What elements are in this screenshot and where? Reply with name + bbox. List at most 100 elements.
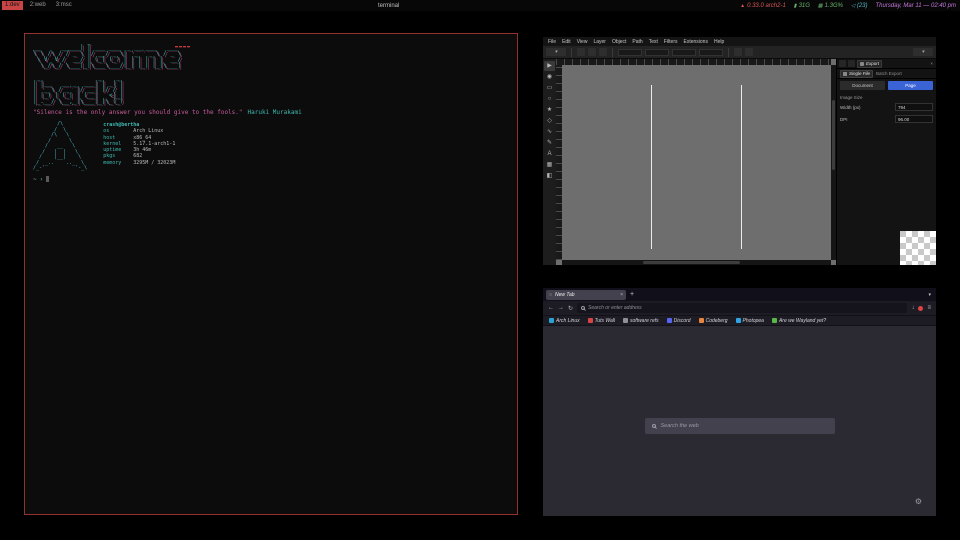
- rectangle-tool[interactable]: ▭: [544, 83, 555, 93]
- desktop: 1:dev 2:web 3:msc terminal ▲0.33.0 arch2…: [0, 0, 960, 540]
- dialog-icon[interactable]: [839, 60, 846, 67]
- bookmark-photopea[interactable]: Photopea: [736, 318, 764, 324]
- workspace-switcher: 1:dev 2:web 3:msc: [2, 1, 75, 10]
- menu-extensions[interactable]: Extensions: [684, 39, 708, 45]
- inkscape-toolbox: ▶ ◉ ▭ ○ ★ ◇ ∿ ✎ A ▦ ◧: [543, 59, 556, 265]
- tab-title: New Tab: [555, 292, 575, 298]
- url-bar[interactable]: Search or enter address: [577, 303, 907, 313]
- memory-icon: ▦: [818, 3, 823, 9]
- bookmark-codeberg[interactable]: Codeberg: [699, 318, 728, 324]
- bookmark-tuts-wall[interactable]: Tuts Wall: [588, 318, 615, 324]
- scrollbar-thumb[interactable]: [643, 261, 740, 264]
- web-search-input[interactable]: Search the web: [645, 418, 835, 434]
- chevron-down-icon: ▾: [555, 49, 558, 55]
- bookmark-are-we-wayland-yet[interactable]: Are we Wayland yet?: [772, 318, 826, 324]
- dialog-icon[interactable]: [848, 60, 855, 67]
- system-fetch: /\ / \ /\ \ / \ / __ \ / | | \ / |__| \ …: [33, 122, 175, 172]
- width-field[interactable]: [672, 49, 696, 56]
- export-mode-tabs: Single File Batch Export: [837, 69, 936, 79]
- page-border-left: [651, 85, 652, 249]
- status-volume[interactable]: ◁(23): [851, 3, 868, 9]
- forward-button[interactable]: →: [558, 305, 564, 311]
- bookmark-arch-linux[interactable]: Arch Linux: [549, 318, 580, 324]
- page-button[interactable]: Page: [888, 81, 933, 90]
- width-row: Width (px) 794: [837, 101, 936, 113]
- width-input[interactable]: 794: [895, 103, 933, 111]
- selection-mode-dropdown[interactable]: ▾: [546, 48, 566, 56]
- prompt-arrow-icon: ›: [40, 176, 44, 183]
- menu-text[interactable]: Text: [649, 39, 658, 45]
- inkscape-menubar: File Edit View Layer Object Path Text Fi…: [543, 37, 936, 46]
- pencil-tool[interactable]: ✎: [544, 138, 555, 148]
- x-coordinate-field[interactable]: [618, 49, 642, 56]
- menu-filters[interactable]: Filters: [664, 39, 678, 45]
- fetch-value: 682: [133, 153, 142, 159]
- node-tool[interactable]: ◉: [544, 72, 555, 82]
- menu-help[interactable]: Help: [714, 39, 724, 45]
- status-indicators: ▲0.33.0 arch2-1 ▮31G ▦1.3G% ◁(23) Thursd…: [740, 0, 956, 11]
- toolbar-button[interactable]: [599, 48, 607, 56]
- star-tool[interactable]: ★: [544, 105, 555, 115]
- page-border-right: [741, 85, 742, 249]
- new-tab-button[interactable]: +: [630, 291, 634, 298]
- back-button[interactable]: ←: [548, 305, 554, 311]
- menu-layer[interactable]: Layer: [593, 39, 606, 45]
- gear-icon[interactable]: ⚙: [915, 497, 922, 506]
- menu-view[interactable]: View: [577, 39, 588, 45]
- close-icon[interactable]: ×: [620, 292, 623, 298]
- export-panel-tab[interactable]: Export: [857, 60, 882, 68]
- box-3d-tool[interactable]: ◇: [544, 116, 555, 126]
- workspace-2-web[interactable]: 2:web: [27, 1, 49, 10]
- menu-object[interactable]: Object: [612, 39, 626, 45]
- status-updates[interactable]: ▲0.33.0 arch2-1: [740, 3, 786, 9]
- fetch-info: crash@bertha osArch Linux hostx86_64 ker…: [103, 122, 175, 172]
- canvas-horizontal-scrollbar[interactable]: [562, 260, 831, 265]
- status-volume-text: (23): [857, 3, 868, 9]
- workspace-1-dev[interactable]: 1:dev: [2, 1, 23, 10]
- inkscape-canvas[interactable]: [556, 59, 836, 265]
- toolbar-button[interactable]: [745, 48, 753, 56]
- dpi-row: DPI 96.00: [837, 113, 936, 125]
- close-icon[interactable]: ×: [929, 61, 934, 66]
- menu-path[interactable]: Path: [632, 39, 642, 45]
- zoom-dropdown[interactable]: ▾: [913, 48, 933, 56]
- menu-button[interactable]: ≡: [927, 305, 931, 311]
- document-button[interactable]: Document: [840, 81, 885, 90]
- scrollbar-thumb[interactable]: [832, 100, 835, 170]
- horizontal-ruler: [556, 59, 831, 65]
- tab-batch-export[interactable]: Batch Export: [876, 71, 902, 76]
- dpi-input[interactable]: 96.00: [895, 115, 933, 123]
- menu-file[interactable]: File: [548, 39, 556, 45]
- dropper-tool[interactable]: ◧: [544, 171, 555, 181]
- fetch-value: x86_64: [133, 135, 151, 141]
- search-icon: [652, 424, 656, 428]
- text-tool[interactable]: A: [544, 149, 555, 159]
- status-disk[interactable]: ▮31G: [794, 3, 810, 9]
- menu-edit[interactable]: Edit: [562, 39, 571, 45]
- status-clock-text: Thursday, Mar 11 — 02:40 pm: [876, 3, 956, 9]
- reload-button[interactable]: ↻: [568, 305, 573, 312]
- tab-single-file[interactable]: Single File: [840, 70, 873, 78]
- toolbar-button[interactable]: [588, 48, 596, 56]
- ellipse-tool[interactable]: ○: [544, 94, 555, 104]
- tab-new-tab[interactable]: ○ New Tab ×: [546, 290, 626, 300]
- toolbar-button[interactable]: [577, 48, 585, 56]
- spiral-tool[interactable]: ∿: [544, 127, 555, 137]
- prompt-path: ~: [33, 176, 37, 183]
- height-field[interactable]: [699, 49, 723, 56]
- list-tabs-icon[interactable]: ▾: [928, 292, 933, 298]
- downloads-button[interactable]: ↓: [911, 305, 914, 311]
- lock-ratio-button[interactable]: [734, 48, 742, 56]
- status-clock[interactable]: Thursday, Mar 11 — 02:40 pm: [876, 3, 956, 9]
- status-memory[interactable]: ▦1.3G%: [818, 3, 843, 9]
- favicon: [588, 318, 593, 323]
- shell-prompt[interactable]: ~›: [33, 176, 49, 183]
- extension-icon[interactable]: [918, 306, 923, 311]
- status-updates-text: 0.33.0 arch2-1: [747, 3, 786, 9]
- bookmark-discord[interactable]: Discord: [667, 318, 691, 324]
- y-coordinate-field[interactable]: [645, 49, 669, 56]
- bookmark-software-refs[interactable]: software refs: [623, 318, 659, 324]
- gradient-tool[interactable]: ▦: [544, 160, 555, 170]
- selector-tool[interactable]: ▶: [544, 61, 555, 71]
- workspace-3-msc[interactable]: 3:msc: [53, 1, 75, 10]
